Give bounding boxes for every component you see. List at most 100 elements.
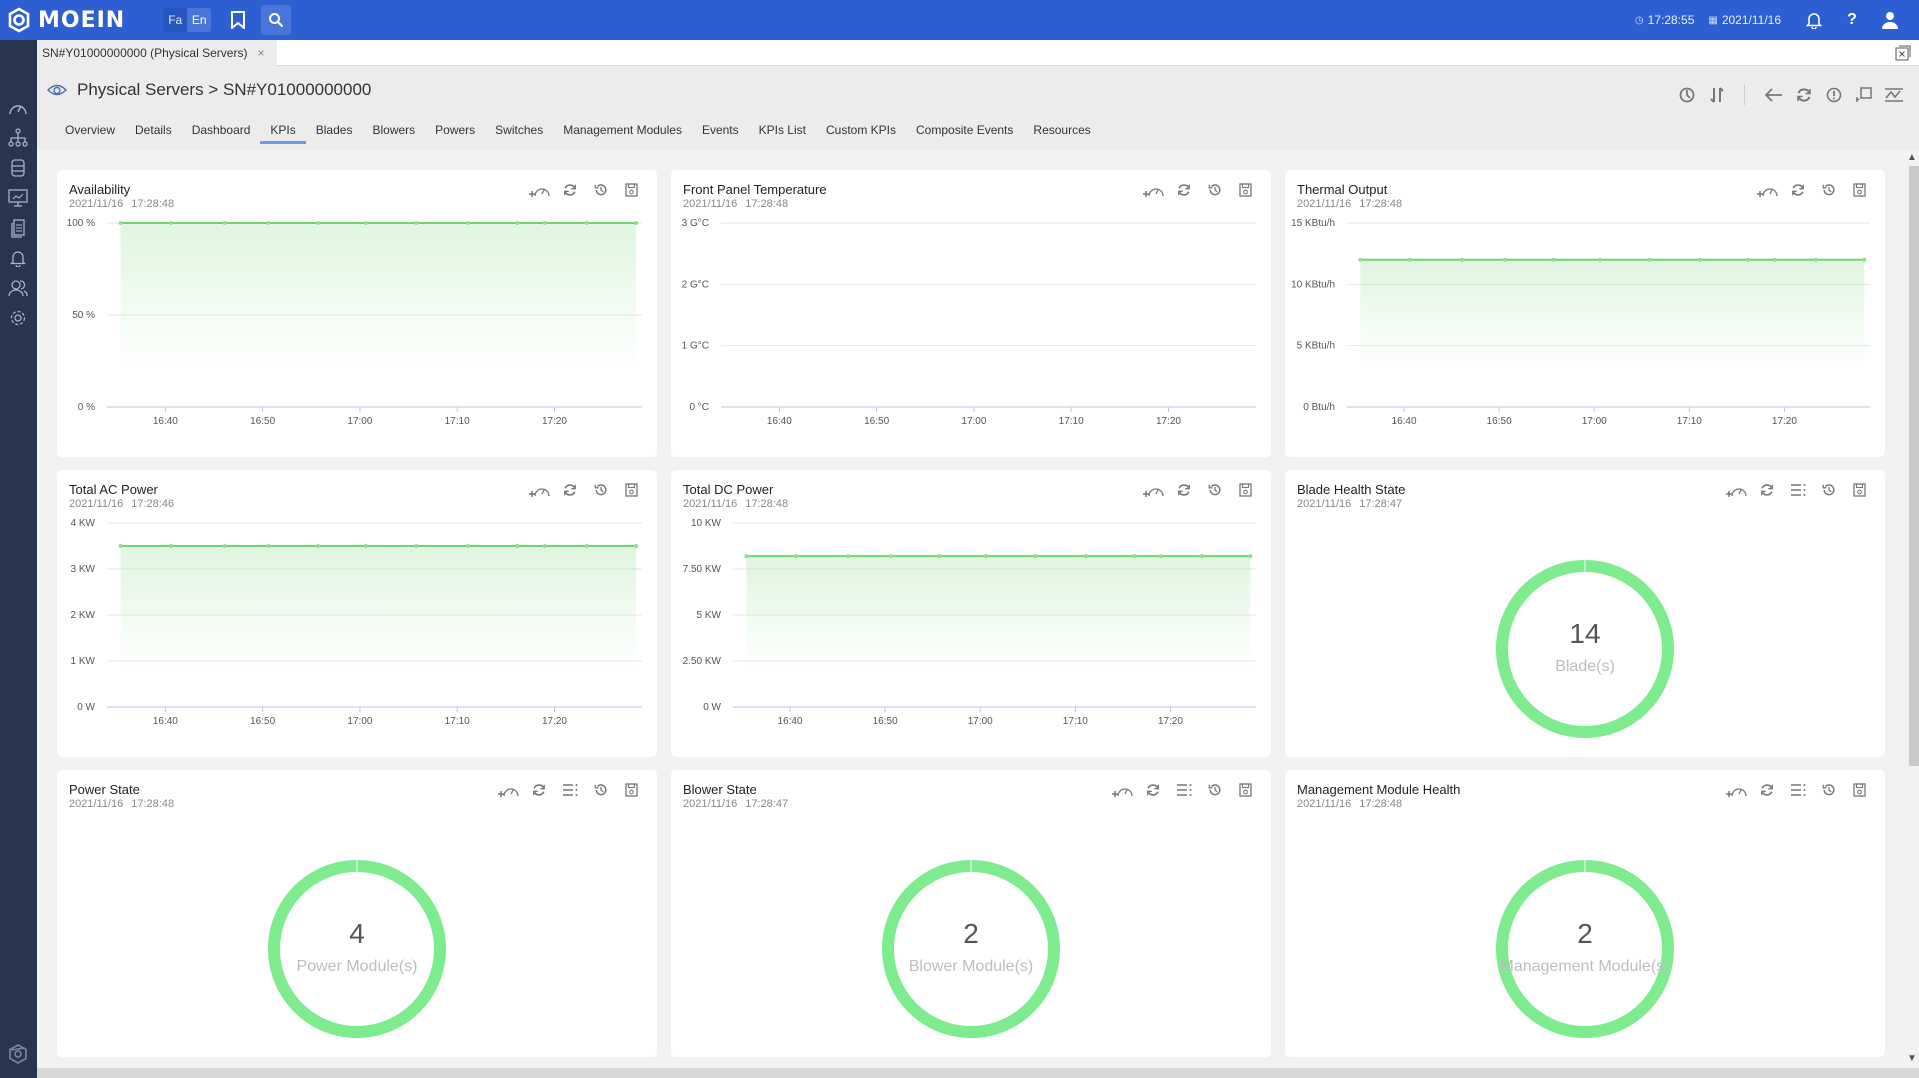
history-button[interactable] xyxy=(585,180,616,200)
logo[interactable]: MOEIN xyxy=(6,7,125,33)
trend-button[interactable] xyxy=(1881,84,1907,106)
data-point[interactable] xyxy=(1647,257,1652,262)
data-point[interactable] xyxy=(515,544,520,548)
details-list-button[interactable] xyxy=(1782,780,1813,800)
add-threshold-button[interactable] xyxy=(1751,180,1782,200)
line-chart[interactable]: 0 Btu/h 5 KBtu/h 10 KBtu/h 15 KBtu/h 16:40 16… xyxy=(1285,210,1885,457)
data-point[interactable] xyxy=(1862,257,1867,262)
refresh-button[interactable] xyxy=(554,180,585,200)
line-chart[interactable]: 0 °C 1 G°C 2 G°C 3 G°C 16:40 16:50 17:00 17:10 1… xyxy=(671,210,1271,457)
sidebar-item-topology[interactable] xyxy=(6,126,30,150)
refresh-button[interactable] xyxy=(1168,480,1199,500)
data-point[interactable] xyxy=(1132,554,1137,559)
save-button[interactable] xyxy=(616,480,647,500)
tab-blades[interactable]: Blades xyxy=(306,116,363,144)
data-point[interactable] xyxy=(363,544,368,548)
tab-composite-events[interactable]: Composite Events xyxy=(906,116,1023,144)
data-point[interactable] xyxy=(266,221,271,225)
save-button[interactable] xyxy=(1844,480,1875,500)
history-button[interactable] xyxy=(585,480,616,500)
data-point[interactable] xyxy=(465,544,470,548)
tab-details[interactable]: Details xyxy=(125,116,182,144)
vertical-scrollbar[interactable]: ▲ ▼ xyxy=(1905,150,1919,1068)
data-point[interactable] xyxy=(1248,554,1253,559)
tab-events[interactable]: Events xyxy=(692,116,749,144)
data-point[interactable] xyxy=(584,544,589,548)
data-point[interactable] xyxy=(1746,257,1751,262)
data-point[interactable] xyxy=(1407,257,1412,262)
data-point[interactable] xyxy=(515,221,520,225)
add-threshold-button[interactable] xyxy=(1137,180,1168,200)
sidebar-item-users[interactable] xyxy=(6,276,30,300)
add-threshold-button[interactable] xyxy=(1106,780,1137,800)
data-point[interactable] xyxy=(634,221,639,225)
lang-en-button[interactable]: En xyxy=(187,8,212,32)
tab-powers[interactable]: Powers xyxy=(425,116,485,144)
scroll-up-icon[interactable]: ▲ xyxy=(1907,152,1917,163)
data-point[interactable] xyxy=(744,554,749,559)
data-point[interactable] xyxy=(169,544,174,548)
add-threshold-button[interactable] xyxy=(523,480,554,500)
sidebar-item-database[interactable] xyxy=(6,156,30,180)
sidebar-footer-logo[interactable] xyxy=(6,1042,30,1066)
refresh-button[interactable] xyxy=(1751,480,1782,500)
donut-slice[interactable] xyxy=(882,860,1060,1038)
donut-slice[interactable] xyxy=(268,860,446,1038)
add-threshold-button[interactable] xyxy=(523,180,554,200)
schedule-button[interactable] xyxy=(1674,84,1700,106)
sidebar-item-monitoring[interactable] xyxy=(6,186,30,210)
tab-blowers[interactable]: Blowers xyxy=(362,116,425,144)
close-all-tabs-button[interactable] xyxy=(1895,45,1911,61)
sidebar-item-settings[interactable] xyxy=(6,306,30,330)
data-point[interactable] xyxy=(1199,554,1204,559)
horizontal-scrollbar[interactable] xyxy=(37,1068,1919,1078)
sort-button[interactable] xyxy=(1704,84,1730,106)
back-button[interactable] xyxy=(1761,84,1787,106)
data-point[interactable] xyxy=(542,544,547,548)
data-point[interactable] xyxy=(118,221,123,225)
sidebar-item-alarms[interactable] xyxy=(6,246,30,270)
save-button[interactable] xyxy=(1230,480,1261,500)
data-point[interactable] xyxy=(465,221,470,225)
line-chart[interactable]: 0 W 1 KW 2 KW 3 KW 4 KW 16:40 16:50 17:00 17:10 1… xyxy=(57,510,657,757)
data-point[interactable] xyxy=(1158,554,1163,559)
data-point[interactable] xyxy=(888,554,893,559)
save-button[interactable] xyxy=(616,180,647,200)
close-tab-icon[interactable]: × xyxy=(257,46,264,60)
data-point[interactable] xyxy=(1358,257,1363,262)
tab-resources[interactable]: Resources xyxy=(1023,116,1100,144)
data-point[interactable] xyxy=(542,221,547,225)
refresh-button[interactable] xyxy=(1751,780,1782,800)
donut-slice[interactable] xyxy=(1496,860,1674,1038)
data-point[interactable] xyxy=(222,544,227,548)
add-threshold-button[interactable] xyxy=(1720,780,1751,800)
refresh-button[interactable] xyxy=(523,780,554,800)
data-point[interactable] xyxy=(414,221,419,225)
scroll-down-icon[interactable]: ▼ xyxy=(1907,1053,1917,1064)
data-point[interactable] xyxy=(983,554,988,559)
refresh-button[interactable] xyxy=(554,480,585,500)
tab-kpis-list[interactable]: KPIs List xyxy=(749,116,816,144)
refresh-button[interactable] xyxy=(1791,84,1817,106)
data-point[interactable] xyxy=(118,544,123,548)
tab-management-modules[interactable]: Management Modules xyxy=(553,116,692,144)
line-chart[interactable]: 0 % 50 % 100 % 16:40 16:50 17:00 17:10 17:20 xyxy=(57,210,657,457)
data-point[interactable] xyxy=(316,544,321,548)
data-point[interactable] xyxy=(793,554,798,559)
data-point[interactable] xyxy=(584,221,589,225)
search-button[interactable] xyxy=(261,5,292,35)
tab-switches[interactable]: Switches xyxy=(485,116,553,144)
details-list-button[interactable] xyxy=(1168,780,1199,800)
refresh-button[interactable] xyxy=(1782,180,1813,200)
data-point[interactable] xyxy=(846,554,851,559)
refresh-button[interactable] xyxy=(1168,180,1199,200)
save-button[interactable] xyxy=(1230,780,1261,800)
data-point[interactable] xyxy=(266,544,271,548)
data-point[interactable] xyxy=(937,554,942,559)
user-menu-button[interactable] xyxy=(1871,11,1909,29)
history-button[interactable] xyxy=(1199,780,1230,800)
data-point[interactable] xyxy=(316,221,321,225)
data-point[interactable] xyxy=(1697,257,1702,262)
tab-overview[interactable]: Overview xyxy=(55,116,125,144)
save-button[interactable] xyxy=(1844,180,1875,200)
